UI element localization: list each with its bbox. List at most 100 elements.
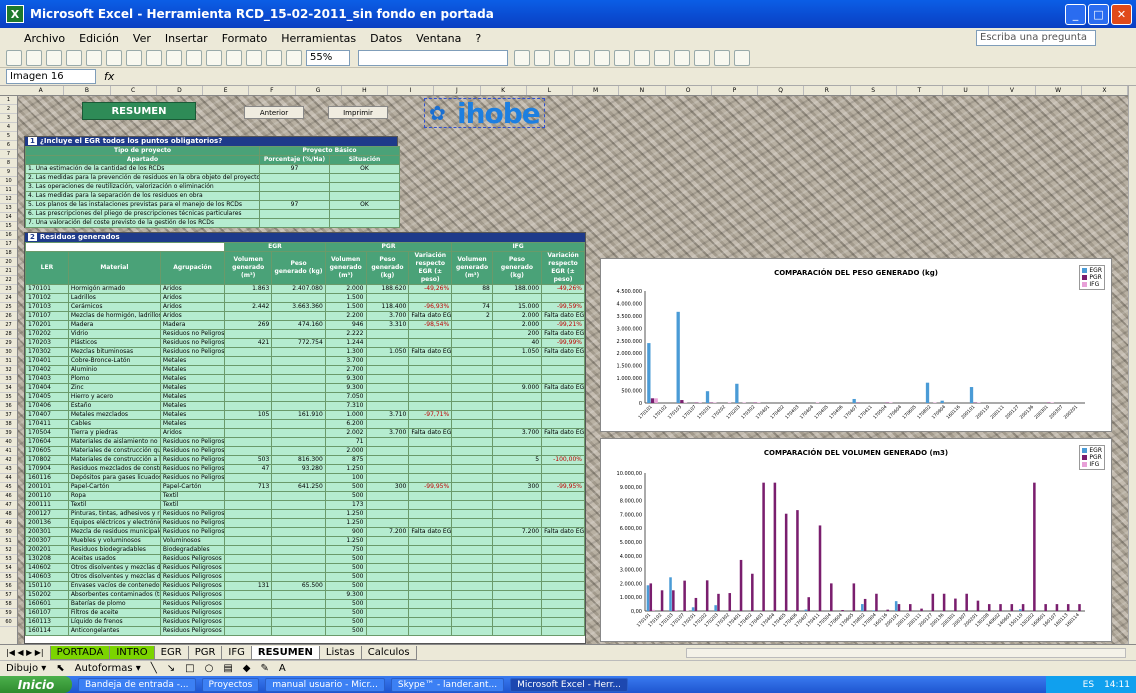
residuos-cell[interactable]: Residuos no Peligrosos	[159, 329, 226, 339]
residuos-cell[interactable]	[541, 473, 585, 483]
residuos-cell[interactable]: 170404	[25, 383, 69, 393]
column-header[interactable]: P	[712, 86, 758, 95]
residuos-cell[interactable]: 3.663.360	[271, 302, 326, 312]
row-header[interactable]: 37	[0, 411, 17, 420]
residuos-cell[interactable]: 131	[224, 581, 273, 591]
residuos-cell[interactable]	[365, 518, 410, 528]
row-header[interactable]: 43	[0, 465, 17, 474]
residuos-cell[interactable]: 7.200	[365, 527, 410, 537]
task-bandeja[interactable]: Bandeja de entrada -...	[78, 677, 196, 692]
residuos-cell[interactable]: 170604	[25, 437, 69, 447]
residuos-cell[interactable]: 816.300	[271, 455, 326, 465]
residuos-cell[interactable]	[408, 473, 453, 483]
tab-listas[interactable]: Listas	[318, 645, 362, 660]
residuos-cell[interactable]	[451, 455, 493, 465]
row-header[interactable]: 45	[0, 483, 17, 492]
residuos-cell[interactable]	[271, 563, 326, 573]
residuos-cell[interactable]	[224, 491, 273, 501]
residuos-cell[interactable]	[365, 383, 410, 393]
residuos-cell[interactable]	[541, 536, 585, 546]
residuos-cell[interactable]: 421	[224, 338, 273, 348]
permission-icon[interactable]	[66, 49, 82, 66]
residuos-cell[interactable]	[541, 392, 585, 402]
chart-wizard-icon[interactable]	[286, 49, 302, 66]
residuos-cell[interactable]	[408, 518, 453, 528]
bold-icon[interactable]	[514, 49, 530, 66]
residuos-cell[interactable]: 65.500	[271, 581, 326, 591]
residuos-cell[interactable]	[365, 599, 410, 609]
residuos-cell[interactable]	[365, 590, 410, 600]
residuos-cell[interactable]	[271, 374, 326, 384]
residuos-cell[interactable]	[541, 554, 585, 564]
residuos-cell[interactable]: Líquido de frenos	[67, 617, 161, 627]
residuos-cell[interactable]: Residuos Peligrosos	[159, 617, 226, 627]
redo-icon[interactable]	[226, 49, 242, 66]
residuos-cell[interactable]: Muebles y voluminosos	[67, 536, 161, 546]
residuos-cell[interactable]	[541, 401, 585, 411]
porcentaje-cell[interactable]: 97	[259, 200, 330, 210]
residuos-cell[interactable]	[451, 599, 493, 609]
residuos-cell[interactable]	[451, 464, 493, 474]
new-icon[interactable]	[6, 49, 22, 66]
residuos-cell[interactable]: 1.244	[324, 338, 367, 348]
residuos-cell[interactable]: Metales mezclados	[67, 410, 161, 420]
residuos-cell[interactable]: 200	[491, 329, 543, 339]
residuos-cell[interactable]: 170401	[25, 356, 69, 366]
residuos-cell[interactable]	[541, 464, 585, 474]
column-header[interactable]: F	[249, 86, 296, 95]
residuos-cell[interactable]	[271, 518, 326, 528]
column-header[interactable]: A	[18, 86, 65, 95]
residuos-cell[interactable]	[491, 608, 543, 618]
column-header[interactable]: G	[296, 86, 342, 95]
menu-help[interactable]: ?	[475, 32, 481, 45]
residuos-cell[interactable]	[541, 599, 585, 609]
tab-nav-arrows-icon[interactable]: |◀ ◀ ▶ ▶|	[6, 648, 44, 657]
residuos-cell[interactable]	[365, 374, 410, 384]
sort-icon[interactable]	[266, 49, 282, 66]
porcentaje-cell[interactable]: 97	[259, 164, 330, 174]
residuos-cell[interactable]	[451, 617, 493, 627]
residuos-cell[interactable]: Materiales de construcción que contienen…	[67, 446, 161, 456]
column-header[interactable]: E	[203, 86, 250, 95]
residuos-cell[interactable]	[491, 590, 543, 600]
residuos-cell[interactable]	[541, 410, 585, 420]
residuos-cell[interactable]	[451, 509, 493, 519]
residuos-cell[interactable]: 5	[491, 455, 543, 465]
close-button[interactable]: ✕	[1111, 4, 1132, 25]
row-header[interactable]: 55	[0, 573, 17, 582]
residuos-cell[interactable]	[224, 374, 273, 384]
residuos-cell[interactable]	[365, 572, 410, 582]
start-button[interactable]: Inicio	[0, 676, 72, 693]
column-header[interactable]: V	[989, 86, 1036, 95]
residuos-cell[interactable]	[451, 356, 493, 366]
sum-icon[interactable]	[246, 49, 262, 66]
anterior-button[interactable]: Anterior	[244, 106, 304, 119]
residuos-cell[interactable]	[451, 563, 493, 573]
residuos-cell[interactable]: 170504	[25, 428, 69, 438]
minimize-button[interactable]: _	[1065, 4, 1086, 25]
residuos-cell[interactable]: 150202	[25, 590, 69, 600]
residuos-cell[interactable]: Metales	[159, 374, 226, 384]
residuos-cell[interactable]	[408, 356, 453, 366]
residuos-cell[interactable]	[541, 356, 585, 366]
residuos-cell[interactable]	[491, 518, 543, 528]
residuos-cell[interactable]	[271, 599, 326, 609]
residuos-cell[interactable]: Falta dato EGR	[541, 311, 585, 321]
residuos-cell[interactable]	[491, 437, 543, 447]
residuos-cell[interactable]	[271, 527, 326, 537]
situacion-cell[interactable]	[329, 173, 400, 183]
residuos-cell[interactable]: Zinc	[67, 383, 161, 393]
row-header[interactable]: 24	[0, 294, 17, 303]
residuos-cell[interactable]: 300	[491, 482, 543, 492]
residuos-cell[interactable]: 900	[324, 527, 367, 537]
residuos-cell[interactable]: -49,26%	[541, 284, 585, 294]
residuos-cell[interactable]	[271, 626, 326, 636]
residuos-cell[interactable]	[408, 581, 453, 591]
residuos-cell[interactable]: Residuos no Peligrosos	[159, 527, 226, 537]
residuos-cell[interactable]: 15.000	[491, 302, 543, 312]
tab-portada[interactable]: PORTADA	[49, 645, 111, 660]
residuos-cell[interactable]	[491, 581, 543, 591]
row-header[interactable]: 9	[0, 168, 17, 177]
residuos-cell[interactable]: 1.250	[324, 536, 367, 546]
residuos-cell[interactable]	[451, 338, 493, 348]
